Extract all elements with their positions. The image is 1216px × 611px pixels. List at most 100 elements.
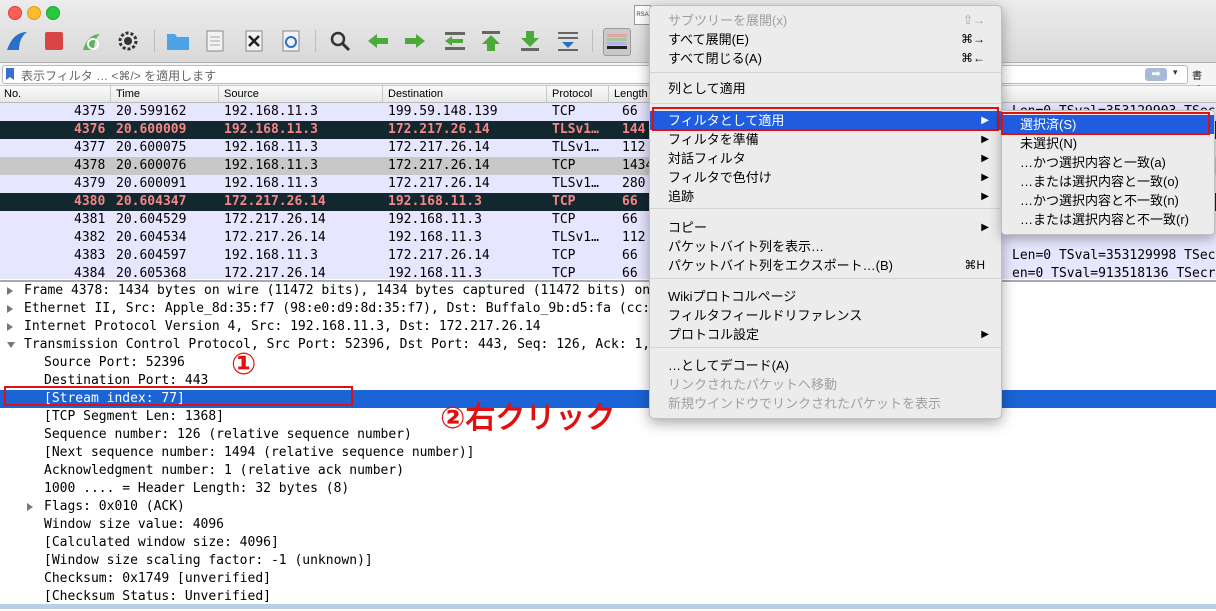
- menu-item-label: フィルタフィールドリファレンス: [668, 308, 863, 323]
- tree-item[interactable]: Frame 4378: 1434 bytes on wire (11472 bi…: [0, 282, 1216, 300]
- close-file-button[interactable]: [241, 28, 267, 54]
- tree-item[interactable]: Ethernet II, Src: Apple_8d:35:f7 (98:e0:…: [0, 300, 1216, 318]
- cell-source: 172.217.26.14: [224, 266, 326, 279]
- tree-item[interactable]: Checksum: 0x1749 [unverified]: [0, 570, 1216, 588]
- submenu-and-not-selected[interactable]: …かつ選択内容と不一致(n): [1002, 191, 1214, 210]
- find-packet-button[interactable]: [327, 28, 353, 54]
- menu-item-label: フィルタを準備: [668, 132, 759, 147]
- menu-separator: [650, 347, 1001, 348]
- submenu-and-selected[interactable]: …かつ選択内容と一致(a): [1002, 153, 1214, 172]
- menu-item-label: すべて展開(E): [668, 32, 749, 47]
- cell-protocol: TCP: [552, 158, 576, 173]
- menu-show-packet-bytes[interactable]: パケットバイト列を表示…: [650, 237, 1001, 256]
- cell-protocol: TLSv1…: [552, 230, 599, 245]
- menu-follow[interactable]: 追跡 ▶: [650, 187, 1001, 206]
- window-close-button[interactable]: [8, 6, 22, 20]
- tree-item[interactable]: [Window size scaling factor: -1 (unknown…: [0, 552, 1216, 570]
- column-header-length[interactable]: Length: [614, 88, 648, 100]
- save-file-button[interactable]: [202, 28, 228, 54]
- menu-copy[interactable]: コピー ▶: [650, 218, 1001, 237]
- tree-item[interactable]: Flags: 0x010 (ACK): [0, 498, 1216, 516]
- packet-row[interactable]: 4383 20.604597 192.168.11.3 172.217.26.14 TC…: [0, 247, 1216, 265]
- submenu-not-selected[interactable]: 未選択(N): [1002, 134, 1214, 153]
- tree-item[interactable]: Transmission Control Protocol, Src Port:…: [0, 336, 1216, 354]
- tree-item[interactable]: Acknowledgment number: 1 (relative ack n…: [0, 462, 1216, 480]
- menu-prepare-filter[interactable]: フィルタを準備 ▶: [650, 130, 1001, 149]
- cell-info: Len=0 TSval=353129998 TSecr=3: [1012, 248, 1216, 263]
- menu-collapse-all[interactable]: すべて閉じる(A) ⌘←: [650, 49, 1001, 68]
- tree-item[interactable]: [Next sequence number: 1494 (relative se…: [0, 444, 1216, 462]
- open-file-button[interactable]: [165, 28, 191, 54]
- expand-triangle-icon[interactable]: [27, 503, 33, 511]
- go-back-button[interactable]: [365, 28, 391, 54]
- menu-filter-field-reference[interactable]: フィルタフィールドリファレンス: [650, 306, 1001, 325]
- cell-no: 4378: [74, 158, 106, 173]
- annotation-highlight-selected: [1001, 112, 1210, 135]
- start-capture-button[interactable]: [4, 28, 30, 54]
- cell-length: 66: [622, 266, 638, 279]
- main-toolbar: RSA: [0, 0, 1216, 63]
- window-minimize-button[interactable]: [27, 6, 41, 20]
- menu-item-shortcut: ⌘←: [961, 51, 985, 65]
- menu-export-packet-bytes[interactable]: パケットバイト列をエクスポート…(B) ⌘H: [650, 256, 1001, 275]
- submenu-or-selected[interactable]: …または選択内容と一致(o): [1002, 172, 1214, 191]
- expand-triangle-icon[interactable]: [7, 305, 13, 313]
- menu-conversation-filter[interactable]: 対話フィルタ ▶: [650, 149, 1001, 168]
- apply-filter-button[interactable]: ➡: [1145, 68, 1167, 81]
- menu-expand-subtrees: サブツリーを展開(x) ⇧→: [650, 11, 1001, 30]
- stop-capture-button[interactable]: [41, 28, 67, 54]
- menu-go-to-linked-packet: リンクされたパケットへ移動: [650, 375, 1001, 394]
- cell-protocol: TCP: [552, 194, 576, 209]
- cell-time: 20.600009: [116, 122, 187, 137]
- restart-capture-button[interactable]: [78, 28, 104, 54]
- column-header-source[interactable]: Source: [224, 88, 259, 100]
- column-header-time[interactable]: Time: [116, 88, 140, 100]
- display-filter-input[interactable]: 表示フィルタ … <⌘/> を適用します ➡ ▾: [2, 65, 1188, 84]
- column-header-no[interactable]: No.: [4, 88, 21, 100]
- cell-time: 20.605368: [116, 266, 187, 279]
- window-zoom-button[interactable]: [46, 6, 60, 20]
- autoscroll-button[interactable]: [555, 28, 581, 54]
- capture-options-button[interactable]: [115, 28, 141, 54]
- submenu-or-not-selected[interactable]: …または選択内容と不一致(r): [1002, 210, 1214, 229]
- menu-colorize-with-filter[interactable]: フィルタで色付け ▶: [650, 168, 1001, 187]
- menu-item-label: …または選択内容と一致(o): [1020, 174, 1179, 189]
- packet-row[interactable]: 4384 20.605368 172.217.26.14 192.168.11.3 TC…: [0, 265, 1216, 279]
- tree-item[interactable]: Internet Protocol Version 4, Src: 192.16…: [0, 318, 1216, 336]
- menu-wiki-protocol-page[interactable]: Wikiプロトコルページ: [650, 287, 1001, 306]
- tree-item[interactable]: [Calculated window size: 4096]: [0, 534, 1216, 552]
- capture-options-gear-icon: [118, 31, 138, 51]
- colorize-button[interactable]: [603, 28, 631, 56]
- tree-item-label: [TCP Segment Len: 1368]: [44, 409, 225, 424]
- last-packet-button[interactable]: [517, 28, 543, 54]
- cell-time: 20.604534: [116, 230, 187, 245]
- filter-history-dropdown-icon[interactable]: ▾: [1173, 67, 1178, 78]
- back-arrow-icon: [368, 34, 388, 48]
- collapse-triangle-icon[interactable]: [7, 342, 15, 348]
- tree-item[interactable]: Source Port: 52396: [0, 354, 1216, 372]
- bookmark-icon[interactable]: [6, 68, 14, 80]
- cell-time: 20.604597: [116, 248, 187, 263]
- expand-triangle-icon[interactable]: [7, 323, 13, 331]
- submenu-arrow-icon: ▶: [981, 191, 989, 202]
- first-packet-button[interactable]: [478, 28, 504, 54]
- tree-item[interactable]: 1000 .... = Header Length: 32 bytes (8): [0, 480, 1216, 498]
- column-header-destination[interactable]: Destination: [388, 88, 443, 100]
- cell-time: 20.604529: [116, 212, 187, 227]
- pane-splitter[interactable]: [0, 604, 1216, 609]
- expand-triangle-icon[interactable]: [7, 287, 13, 295]
- cell-time: 20.599162: [116, 104, 187, 119]
- column-header-protocol[interactable]: Protocol: [552, 88, 592, 100]
- menu-protocol-preferences[interactable]: プロトコル設定 ▶: [650, 325, 1001, 344]
- go-to-packet-icon: [445, 32, 465, 50]
- tree-item-label: Sequence number: 126 (relative sequence …: [44, 427, 412, 442]
- cell-length: 112: [622, 140, 646, 155]
- cell-length: 66: [622, 248, 638, 263]
- tree-item[interactable]: Window size value: 4096: [0, 516, 1216, 534]
- menu-expand-all[interactable]: すべて展開(E) ⌘→: [650, 30, 1001, 49]
- menu-apply-as-column[interactable]: 列として適用: [650, 79, 1001, 98]
- go-forward-button[interactable]: [402, 28, 428, 54]
- reload-file-button[interactable]: [278, 28, 304, 54]
- go-to-packet-button[interactable]: [442, 28, 468, 54]
- menu-decode-as[interactable]: …としてデコード(A): [650, 356, 1001, 375]
